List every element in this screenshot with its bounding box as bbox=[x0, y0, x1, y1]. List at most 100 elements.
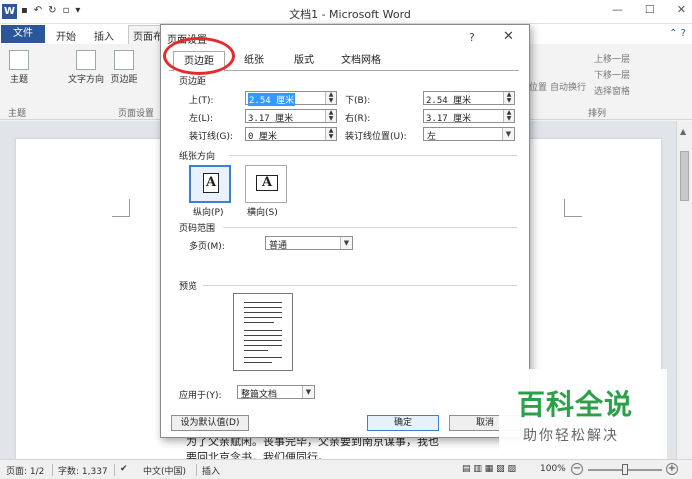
chevron-down-icon[interactable]: ▼ bbox=[502, 128, 514, 140]
watermark-title: 百科全说 bbox=[517, 388, 634, 421]
group-label-arrange: 排列 bbox=[588, 109, 607, 119]
ok-button[interactable]: 确定 bbox=[367, 415, 439, 431]
status-separator bbox=[114, 464, 115, 476]
multiple-pages-label: 多页(M): bbox=[189, 242, 225, 252]
bottom-margin-input[interactable]: 2.54 厘米 ▲ ▼ bbox=[423, 91, 515, 106]
set-default-button[interactable]: 设为默认值(D) bbox=[171, 415, 249, 431]
text-direction-button[interactable]: 文字方向 bbox=[64, 50, 108, 85]
left-margin-label: 左(L): bbox=[189, 114, 214, 124]
status-word-count[interactable]: 字数: 1,337 bbox=[58, 464, 108, 477]
position-button[interactable]: 位置 bbox=[529, 80, 547, 93]
gutter-input[interactable]: 0 厘米 ▲ ▼ bbox=[245, 127, 337, 142]
preview-line bbox=[244, 317, 282, 318]
multiple-pages-select[interactable]: 普通 ▼ bbox=[265, 236, 353, 251]
preview-line bbox=[244, 330, 282, 331]
right-margin-label: 右(R): bbox=[345, 114, 371, 124]
bottom-margin-value: 2.54 厘米 bbox=[426, 96, 472, 106]
landscape-button[interactable]: A bbox=[245, 165, 287, 203]
watermark-logo: 百科全说 助你轻松解决 bbox=[499, 369, 667, 459]
tab-paper[interactable]: 纸张 bbox=[235, 54, 273, 71]
portrait-label[interactable]: 纵向(P) bbox=[193, 205, 223, 218]
gutter-spinner-icon[interactable]: ▲ ▼ bbox=[325, 128, 336, 140]
right-margin-value: 3.17 厘米 bbox=[426, 114, 472, 124]
margins-icon bbox=[114, 50, 134, 70]
window-title: 文档1 - Microsoft Word bbox=[289, 8, 411, 21]
preview-line bbox=[244, 345, 282, 346]
status-page[interactable]: 页面: 1/2 bbox=[6, 464, 44, 477]
zoom-level[interactable]: 100% bbox=[540, 464, 566, 474]
tab-home[interactable]: 开始 bbox=[56, 28, 76, 43]
top-margin-spinner-icon[interactable]: ▲ ▼ bbox=[325, 92, 336, 104]
top-margin-input[interactable]: 2.54 厘米 ▲ ▼ bbox=[245, 91, 337, 106]
chevron-down-icon[interactable]: ▼ bbox=[302, 386, 314, 398]
annotation-circle bbox=[163, 37, 235, 75]
help-icon[interactable]: ? bbox=[469, 31, 475, 44]
view-buttons-icon[interactable]: ▤ ▥ ▦ ▧ ▨ bbox=[462, 464, 516, 474]
top-margin-value: 2.54 厘米 bbox=[248, 93, 296, 106]
customize-qat-icon[interactable]: ▾ bbox=[75, 5, 80, 16]
minimize-icon[interactable]: — bbox=[612, 3, 623, 16]
redo-icon[interactable]: ↻ bbox=[48, 5, 56, 16]
preview-line bbox=[244, 357, 282, 358]
zoom-slider-thumb[interactable] bbox=[622, 464, 628, 475]
undo-icon[interactable]: ↶ bbox=[34, 5, 42, 16]
apply-to-value: 整篇文档 bbox=[241, 390, 278, 400]
tab-insert[interactable]: 插入 bbox=[94, 28, 114, 43]
chevron-down-icon[interactable]: ▼ bbox=[340, 237, 352, 249]
crop-mark-right bbox=[564, 199, 582, 217]
orientation-divider bbox=[229, 155, 517, 156]
auto-wrap-button[interactable]: 自动换行 bbox=[550, 80, 586, 93]
landscape-page-icon: A bbox=[256, 175, 278, 191]
preview-line bbox=[244, 302, 282, 303]
right-margin-spinner-icon[interactable]: ▲ ▼ bbox=[503, 110, 514, 122]
status-language[interactable]: 中文(中国) bbox=[143, 464, 186, 477]
pages-section-label: 页码范围 bbox=[179, 224, 216, 234]
preview-line bbox=[244, 350, 268, 351]
pages-divider bbox=[223, 227, 517, 228]
dialog-close-icon[interactable]: ✕ bbox=[503, 29, 514, 44]
margins-section-label: 页边距 bbox=[179, 77, 207, 87]
theme-icon bbox=[9, 50, 29, 70]
preview-line bbox=[244, 307, 282, 308]
preview-line bbox=[244, 362, 272, 363]
right-margin-input[interactable]: 3.17 厘米 ▲ ▼ bbox=[423, 109, 515, 124]
theme-button[interactable]: 主题 bbox=[4, 50, 34, 85]
apply-to-label: 应用于(Y): bbox=[179, 391, 222, 401]
send-backward-button[interactable]: 下移一层 bbox=[594, 68, 630, 81]
theme-button-label: 主题 bbox=[9, 75, 28, 85]
portrait-page-icon: A bbox=[203, 173, 219, 193]
proofing-icon[interactable]: ✔ bbox=[120, 464, 128, 474]
bottom-margin-label: 下(B): bbox=[345, 96, 371, 106]
tab-layout[interactable]: 版式 bbox=[285, 54, 323, 71]
margins-button-label: 页边距 bbox=[110, 75, 138, 85]
vertical-scrollbar[interactable]: ▲ bbox=[676, 121, 692, 459]
portrait-button[interactable]: A bbox=[189, 165, 231, 203]
tab-document-grid[interactable]: 文档网格 bbox=[333, 54, 389, 71]
new-document-icon[interactable]: ▫ bbox=[63, 5, 70, 16]
multiple-pages-value: 普通 bbox=[269, 241, 288, 251]
zoom-out-icon[interactable]: − bbox=[571, 463, 583, 475]
status-insert-mode[interactable]: 插入 bbox=[202, 464, 220, 477]
gutter-label: 装订线(G): bbox=[189, 132, 234, 142]
tab-file[interactable]: 文件 bbox=[1, 25, 45, 43]
scroll-up-icon[interactable]: ▲ bbox=[680, 127, 686, 136]
left-margin-spinner-icon[interactable]: ▲ ▼ bbox=[325, 110, 336, 122]
apply-to-select[interactable]: 整篇文档 ▼ bbox=[237, 385, 315, 400]
maximize-icon[interactable]: ☐ bbox=[645, 3, 655, 16]
window-close-icon[interactable]: ✕ bbox=[677, 3, 686, 16]
scrollbar-thumb[interactable] bbox=[680, 151, 689, 201]
save-icon[interactable]: ▪ bbox=[21, 5, 28, 16]
gutter-position-select[interactable]: 左 ▼ bbox=[423, 127, 515, 142]
bottom-margin-spinner-icon[interactable]: ▲ ▼ bbox=[503, 92, 514, 104]
ribbon-options-icon[interactable]: ⌃ ? bbox=[669, 28, 686, 39]
word-title-bar: W ▪ ↶ ↻ ▫ ▾ 文档1 - Microsoft Word — ☐ ✕ bbox=[0, 0, 692, 24]
bring-forward-button[interactable]: 上移一层 bbox=[594, 52, 630, 65]
landscape-label[interactable]: 横向(S) bbox=[247, 205, 278, 218]
preview-line bbox=[244, 312, 282, 313]
selection-pane-button[interactable]: 选择窗格 bbox=[594, 84, 630, 97]
watermark-subtitle: 助你轻松解决 bbox=[523, 428, 619, 444]
left-margin-input[interactable]: 3.17 厘米 ▲ ▼ bbox=[245, 109, 337, 124]
zoom-in-icon[interactable]: + bbox=[666, 463, 678, 475]
page-preview bbox=[233, 293, 293, 371]
margins-button[interactable]: 页边距 bbox=[107, 50, 141, 85]
